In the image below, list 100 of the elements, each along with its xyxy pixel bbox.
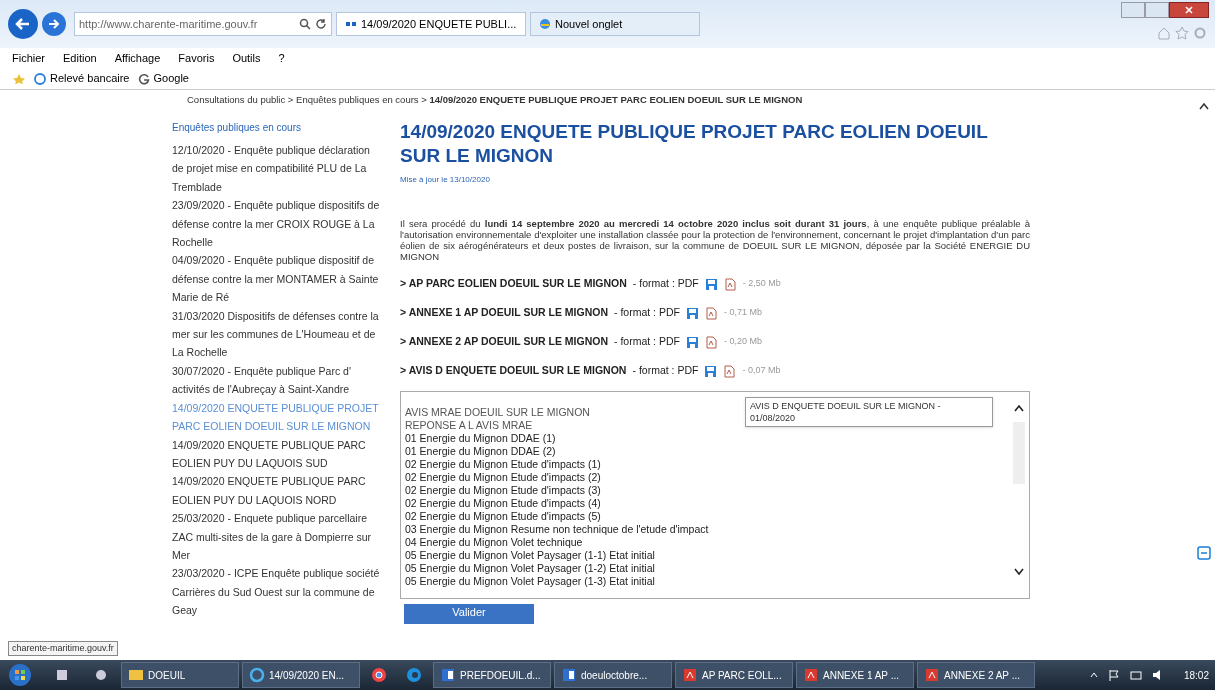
menu-item[interactable]: ? [278,49,285,67]
sidebar-heading: Enquêtes publiques en cours [172,121,302,135]
sidebar-link[interactable]: 30/07/2020 - Enquête publique Parc d' activités de l'Aubreçay à Saint-Xandre [172,361,380,399]
listbox-option[interactable]: 01 Energie du Mignon DDAE (2) [405,445,556,458]
file-size: - 2,50 Mb [742,277,781,291]
home-icon [1157,26,1171,40]
file-format: - format : PDF [614,334,680,350]
file-size: - 0,71 Mb [723,306,762,320]
pdf-file-icon [924,667,940,683]
back-button[interactable] [8,9,38,39]
listbox-option[interactable]: 02 Energie du Mignon Etude d'impacts (5) [405,510,601,523]
pdf-file-icon [723,364,737,378]
menu-item[interactable]: Affichage [114,49,161,67]
listbox-option[interactable]: 05 Energie du Mignon Volet Paysager (1-3) Etat initial [405,575,655,588]
taskbar-button[interactable]: ANNEXE 2 AP ... [917,662,1035,688]
taskbar-button[interactable]: DOEUIL [121,662,239,688]
sidebar-link[interactable]: 14/09/2020 ENQUETE PUBLIQUE PARC EOLIEN PUY DU LAQUOIS SUD [172,435,380,473]
taskbar-button[interactable]: ANNEXE 1 AP ... [796,662,914,688]
taskbar-button[interactable]: doeuloctobre... [554,662,672,688]
file-link[interactable]: > AVIS D ENQUETE DOEUIL SUR LE MIGNON [400,363,627,379]
pdf-file-icon [723,277,737,291]
forward-arrow-icon [48,18,60,30]
file-link[interactable]: > ANNEXE 1 AP DOEUIL SUR LE MIGNON [400,305,608,321]
favorites-star-icon [12,72,26,85]
pdf-file-icon [682,667,698,683]
scroll-down-icon [1014,568,1024,576]
ie-globe-icon [539,18,551,30]
network-icon [1129,669,1142,681]
address-text: http://www.charente-maritime.gouv.fr [79,16,258,32]
taskbar-button[interactable]: 14/09/2020 EN... [242,662,360,688]
search-icon [299,18,311,30]
tooltip: AVIS D ENQUETE DOEUIL SUR LE MIGNON - 01/08/2020 [745,397,993,427]
file-link[interactable]: > AP PARC EOLIEN DOEUIL SUR LE MIGNON [400,276,627,292]
submit-button[interactable]: Valider [404,604,534,624]
menu-item[interactable]: Fichier [12,49,45,67]
menu-item[interactable]: Outils [232,49,261,67]
sidebar-link[interactable]: 23/03/2020 - ICPE Enquête publique société Carrières du Sud Ouest sur la commune de Geay [172,564,380,620]
back-arrow-icon [15,16,31,32]
listbox-option[interactable]: 02 Energie du Mignon Etude d'impacts (3) [405,484,601,497]
pdf-file-icon [803,667,819,683]
word-document-icon [561,667,577,683]
taskbar-button[interactable]: AP PARC EOLL... [675,662,793,688]
file-size: - 0,20 Mb [723,335,762,349]
intro-paragraph: Il sera procédé du lundi 14 septembre 2020 au mercredi 14 octobre 2020 inclus soit durant 31 jours, à une enquête publique préalable à l'autorisation environnementale d'exploiter une installation classée pour la protection de l'environnement, concernant le projet d'implantation d'un parc éolien de six aérogénérateurs et deux postes de livraison, sur la commune de DOEUIL SUR LE MIGNON, déposée par la Société ENERGIE DU MIGNON [400,218,1030,262]
ie-logo-icon [249,667,265,683]
chrome-logo-icon [371,667,387,683]
ie-logo-icon [34,72,46,85]
clock: 18:02 [1183,668,1209,683]
breadcrumb: Consultations du public > Enquêtes publiques en cours > 14/09/2020 ENQUETE PUBLIQUE PROJET PARC EOLIEN DOEUIL SUR LE MIGNON [186,93,804,106]
favorite-link[interactable]: Relevé bancaire [34,70,130,87]
scroll-up-icon [1199,102,1209,110]
file-link[interactable]: > ANNEXE 2 AP DOEUIL SUR LE MIGNON [400,334,608,350]
listbox-option[interactable]: 03 Energie du Mignon Resume non technique de l'etude d'impact [405,523,709,536]
flag-icon [1107,669,1120,681]
listbox-option[interactable]: 02 Energie du Mignon Etude d'impacts (1) [405,458,601,471]
favorite-link[interactable]: Google [137,70,189,87]
listbox-option[interactable]: AVIS MRAE DOEUIL SUR LE MIGNON [405,406,590,419]
file-size: - 0,07 Mb [742,364,781,378]
listbox-option[interactable]: 01 Energie du Mignon DDAE (1) [405,432,556,445]
windows-orb-icon [8,663,32,687]
address-bar[interactable]: http://www.charente-maritime.gouv.fr [74,12,332,36]
forward-button[interactable] [42,12,66,36]
listbox-option[interactable]: 05 Energie du Mignon Volet Paysager (1-2) Etat initial [405,562,655,575]
sidebar-link[interactable]: 25/03/2020 - Enquete publique parcellaire ZAC multi-sites de la gare à Dompierre sur Mer [172,509,380,565]
taskbar-button[interactable]: PREFDOEUIL.d... [433,662,551,688]
menu-item[interactable]: Edition [63,49,97,67]
sidebar-link[interactable]: 14/09/2020 ENQUETE PUBLIQUE PARC EOLIEN PUY DU LAQUOIS NORD [172,472,380,510]
menu-item[interactable]: Favoris [178,49,215,67]
settings-icon [1193,26,1207,40]
file-format: - format : PDF [614,305,680,321]
file-format: - format : PDF [632,276,699,292]
pdf-file-icon [704,306,718,320]
scroll-up-icon [1014,404,1024,412]
sidebar-link[interactable]: 23/09/2020 - Enquête publique dispositifs de défense contre la mer CROIX ROUGE à La Rochelle [172,196,380,252]
page-title: 14/09/2020 ENQUETE PUBLIQUE PROJET PARC EOLIEN DOEUIL SUR LE MIGNON [400,120,989,168]
pinned-app-icon [94,668,108,682]
word-document-icon [440,667,456,683]
browser-tab[interactable]: Nouvel onglet [530,12,700,36]
browser-tab[interactable]: 14/09/2020 ENQUETE PUBLI... [336,12,526,36]
close-icon [1185,6,1193,14]
google-g-icon [137,72,150,85]
sidebar-link[interactable]: 31/03/2020 Dispositifs de défenses contre la mer sur les communes de L'Houmeau et de La Rochelle [172,306,380,362]
document-listbox[interactable] [400,391,1030,599]
close-button[interactable] [1169,2,1209,18]
updated-date: Mise à jour le 13/10/2020 [400,174,491,186]
listbox-option[interactable]: 02 Energie du Mignon Etude d'impacts (2) [405,471,601,484]
listbox-option[interactable]: 05 Energie du Mignon Volet Paysager (1-1) Etat initial [405,549,655,562]
listbox-option[interactable]: 02 Energie du Mignon Etude d'impacts (4) [405,497,601,510]
refresh-icon [315,18,327,30]
side-panel-icon [1197,546,1211,560]
listbox-option[interactable]: REPONSE A L AVIS MRAE [405,419,533,432]
edge-logo-icon [406,667,422,683]
file-format: - format : PDF [632,363,699,379]
folder-icon [128,667,144,683]
status-url: charente-maritime.gouv.fr [8,640,118,656]
sidebar-link[interactable]: 12/10/2020 - Enquête publique déclaration de projet mise en compatibilité PLU de La Tremblade [172,141,380,197]
listbox-option[interactable]: 04 Energie du Mignon Volet technique [405,536,583,549]
sidebar-link[interactable]: 04/09/2020 - Enquête publique dispositif de défense contre la mer MONTAMER à Sainte Marie de Ré [172,251,380,307]
pdf-file-icon [704,335,718,349]
star-icon [1175,26,1189,40]
